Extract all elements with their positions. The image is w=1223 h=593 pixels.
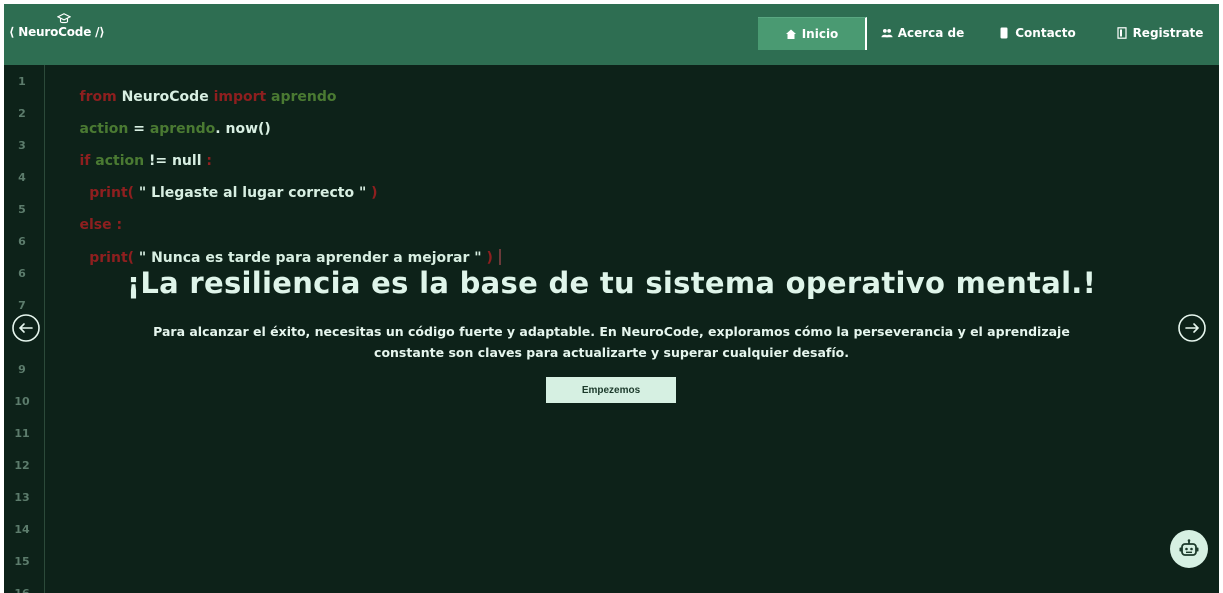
line-number: 7 [18,299,26,312]
line-number: 4 [18,171,26,184]
line-number: 2 [18,107,26,120]
graduation-cap-icon [57,13,71,24]
nav-acerca-de-label: Acerca de [897,26,965,40]
line-number: 13 [14,491,30,504]
hero-subtitle-line: constante son claves para actualizarte y… [374,345,849,360]
text-cursor [498,249,501,265]
code-token: aprendo [149,121,216,137]
code-token: from [79,89,117,105]
code-token: import [213,89,267,105]
nav-inicio[interactable]: Inicio [758,17,867,50]
code-token: : [206,153,212,169]
chatbot-button[interactable] [1170,530,1208,568]
code-token: print( [79,250,135,266]
line-number: 10 [14,395,30,408]
code-token: ) [371,185,378,201]
nav-inicio-label: Inicio [801,27,839,41]
door-icon [1116,27,1127,39]
line-number: 6 [18,235,26,248]
code-token: print( [79,185,135,201]
code-token: != null [144,153,207,169]
code-token: NeuroCode [116,89,214,105]
line-number: 5 [18,203,26,216]
top-navbar: ⟨ NeuroCode /⟩ Inicio Acerca de Contacto… [4,4,1219,65]
code-token: : [111,217,123,233]
line-number: 15 [14,555,30,568]
hero-subtitle: Para alcanzar el éxito, necesitas un cód… [84,321,1139,363]
hero-title: ¡La resiliencia es la base de tu sistema… [126,266,1097,300]
hero-subtitle-line: Para alcanzar el éxito, necesitas un cód… [153,324,1070,339]
code-token: else [79,217,112,233]
code-token: = [128,121,150,137]
code-token: aprendo [266,89,337,105]
line-number: 3 [18,139,26,152]
next-slide-button[interactable] [1177,313,1207,343]
code-token: " Llegaste al lugar correcto " [134,185,372,201]
line-number: 9 [18,363,26,376]
prev-slide-button[interactable] [11,313,41,343]
code-token: if [79,153,91,169]
nav-registrate-label: Registrate [1132,26,1204,40]
empezemos-button[interactable]: Empezemos [546,377,676,403]
line-number: 12 [14,459,30,472]
code-token: action [79,121,129,137]
line-number: 14 [14,523,30,536]
nav-contacto-label: Contacto [1015,26,1076,40]
robot-icon [1179,539,1199,556]
code-token: action [90,153,145,169]
nav-acerca-de[interactable]: Acerca de [870,17,975,49]
users-icon [881,28,893,38]
phone-icon [1000,27,1008,39]
brand-logo[interactable]: ⟨ NeuroCode /⟩ [9,25,105,39]
line-number: 16 [4,587,40,593]
page-frame: ⟨ NeuroCode /⟩ Inicio Acerca de Contacto… [4,4,1219,593]
code-token: " Nunca es tarde para aprender a mejorar… [134,250,487,266]
code-token: . now() [215,121,271,137]
home-icon [785,29,796,39]
line-number: 1 [18,75,26,88]
nav-registrate[interactable]: Registrate [1108,17,1211,49]
code-token: ) [486,250,493,266]
nav-contacto[interactable]: Contacto [987,17,1087,49]
line-number: 11 [14,427,30,440]
